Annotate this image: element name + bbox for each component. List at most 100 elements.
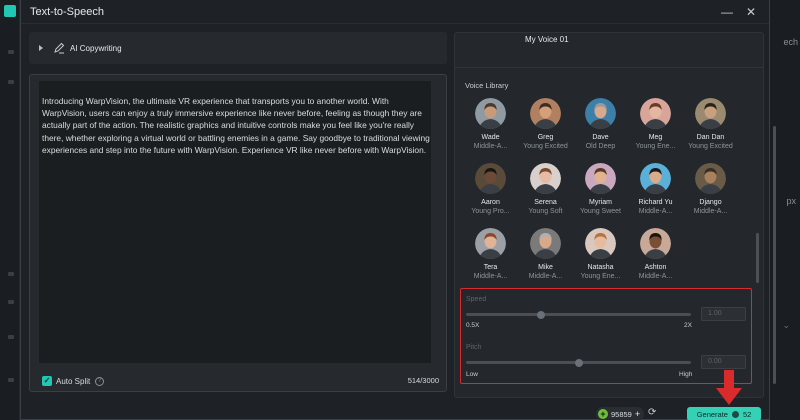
voice-style: Middle-A... bbox=[528, 273, 563, 280]
voice-card[interactable]: Tera Middle-A... bbox=[463, 227, 518, 289]
voice-style: Middle-A... bbox=[638, 273, 673, 280]
voice-name: Ashton bbox=[644, 264, 667, 271]
voice-name: Meg bbox=[648, 134, 663, 141]
voice-card[interactable]: Serena Young Soft bbox=[518, 162, 573, 224]
voice-style: Young Sweet bbox=[580, 208, 621, 215]
background-unit-label: px bbox=[786, 196, 796, 206]
pitch-max-label: High bbox=[679, 371, 693, 378]
voice-name: Wade bbox=[481, 134, 500, 141]
text-to-speech-dialog: Text-to-Speech — ✕ AI Copywriting Introd… bbox=[20, 0, 776, 420]
dialog-titlebar: Text-to-Speech bbox=[21, 0, 769, 24]
voice-style: Old Deep bbox=[585, 143, 616, 150]
voice-style: Young Pro... bbox=[471, 208, 510, 215]
avatar bbox=[640, 98, 671, 129]
avatar bbox=[530, 98, 561, 129]
toolbar-mark bbox=[8, 272, 14, 276]
toolbar-mark bbox=[8, 50, 14, 54]
panel-scrollbar[interactable] bbox=[773, 126, 776, 384]
dialog-title: Text-to-Speech bbox=[30, 5, 104, 18]
voice-name: Serena bbox=[534, 199, 557, 206]
add-credits-icon[interactable]: + bbox=[635, 409, 640, 419]
auto-split-option[interactable]: ✓ Auto Split ? bbox=[42, 376, 105, 386]
speed-max-label: 2X bbox=[684, 322, 692, 329]
voice-card[interactable]: Meg Young Ene... bbox=[628, 97, 683, 159]
character-count: 514/3000 bbox=[407, 376, 439, 385]
credit-coin-icon bbox=[731, 410, 739, 418]
voice-card[interactable]: Dan Dan Young Excited bbox=[683, 97, 738, 159]
generate-button[interactable]: Generate 52 bbox=[687, 407, 761, 420]
close-button[interactable]: ✕ bbox=[743, 4, 759, 20]
voice-card[interactable]: Dave Old Deep bbox=[573, 97, 628, 159]
speed-slider[interactable] bbox=[466, 310, 691, 319]
voice-card[interactable]: Myriam Young Sweet bbox=[573, 162, 628, 224]
text-editor-panel: Introducing WarpVision, the ultimate VR … bbox=[29, 74, 447, 392]
toolbar-mark bbox=[8, 378, 14, 382]
voice-name: Natasha bbox=[587, 264, 614, 271]
speed-pitch-highlight: Speed 0.5X 2X 1.00 Pitch Low High 0.00 bbox=[460, 288, 752, 384]
minimize-button[interactable]: — bbox=[719, 4, 735, 20]
voice-card[interactable]: Aaron Young Pro... bbox=[463, 162, 518, 224]
speed-slider-handle[interactable] bbox=[536, 310, 545, 319]
speed-label: Speed bbox=[466, 296, 487, 303]
pitch-min-label: Low bbox=[466, 371, 478, 378]
pitch-label: Pitch bbox=[466, 344, 482, 351]
voice-name: Greg bbox=[537, 134, 554, 141]
ai-copywriting-label: AI Copywriting bbox=[70, 43, 122, 53]
avatar bbox=[475, 228, 506, 259]
divider bbox=[455, 67, 763, 68]
toolbar-mark bbox=[8, 300, 14, 304]
voice-card[interactable]: Mike Middle-A... bbox=[518, 227, 573, 289]
avatar bbox=[695, 98, 726, 129]
voice-style: Young Excited bbox=[688, 143, 733, 150]
voice-card[interactable]: Richard Yu Middle-A... bbox=[628, 162, 683, 224]
voice-name: Dan Dan bbox=[696, 134, 725, 141]
voice-library-label: Voice Library bbox=[465, 81, 509, 90]
toolbar-mark bbox=[8, 80, 14, 84]
voice-style: Young Soft bbox=[528, 208, 563, 215]
pitch-slider-handle[interactable] bbox=[574, 358, 583, 367]
chevron-down-icon: ⌄ bbox=[782, 320, 790, 330]
speed-value-input[interactable]: 1.00 bbox=[701, 307, 746, 321]
expand-arrow-icon bbox=[39, 45, 43, 51]
background-right-text: ech bbox=[783, 37, 798, 47]
script-text[interactable]: Introducing WarpVision, the ultimate VR … bbox=[42, 95, 434, 156]
voice-card[interactable]: Greg Young Excited bbox=[518, 97, 573, 159]
voice-name: Mike bbox=[538, 264, 553, 271]
credits-icon: + bbox=[598, 409, 608, 419]
avatar bbox=[585, 98, 616, 129]
speed-min-label: 0.5X bbox=[466, 322, 480, 329]
generate-label: Generate bbox=[696, 409, 728, 419]
voice-card[interactable]: Ashton Middle-A... bbox=[628, 227, 683, 289]
avatar bbox=[695, 163, 726, 194]
avatar bbox=[475, 98, 506, 129]
pitch-slider[interactable] bbox=[466, 358, 691, 367]
voice-card[interactable]: Wade Middle-A... bbox=[463, 97, 518, 159]
pen-icon bbox=[54, 42, 65, 54]
refresh-icon[interactable]: ⟳ bbox=[648, 407, 656, 418]
voice-style: Middle-A... bbox=[693, 208, 728, 215]
voice-name: Myriam bbox=[589, 199, 612, 206]
pitch-value-input[interactable]: 0.00 bbox=[701, 355, 746, 369]
ai-copywriting-panel[interactable]: AI Copywriting bbox=[29, 32, 447, 64]
voice-panel: My Voice 01 Voice Library Wade Middle-A..… bbox=[454, 32, 776, 398]
voice-library-grid: Wade Middle-A... Greg Young Excited Dave Old … bbox=[463, 97, 738, 289]
avatar bbox=[585, 163, 616, 194]
voice-style: Young Ene... bbox=[635, 143, 676, 150]
credits-badge[interactable]: + 95859 + bbox=[596, 407, 645, 420]
generate-cost: 52 bbox=[742, 409, 752, 419]
voice-card[interactable]: Django Middle-A... bbox=[683, 162, 738, 224]
auto-split-checkbox[interactable]: ✓ bbox=[42, 376, 52, 386]
voice-style: Young Ene... bbox=[580, 273, 621, 280]
voice-name: Richard Yu bbox=[638, 199, 673, 206]
auto-split-label: Auto Split bbox=[56, 376, 91, 386]
voice-style: Young Excited bbox=[523, 143, 568, 150]
voice-card[interactable]: Natasha Young Ene... bbox=[573, 227, 628, 289]
help-icon[interactable]: ? bbox=[95, 376, 105, 386]
avatar bbox=[530, 228, 561, 259]
avatar bbox=[585, 228, 616, 259]
voice-name: Dave bbox=[592, 134, 609, 141]
my-voice-label[interactable]: My Voice 01 bbox=[525, 35, 569, 44]
avatar bbox=[475, 163, 506, 194]
voice-library-scrollbar[interactable] bbox=[756, 233, 759, 283]
voice-style: Middle-A... bbox=[473, 143, 508, 150]
